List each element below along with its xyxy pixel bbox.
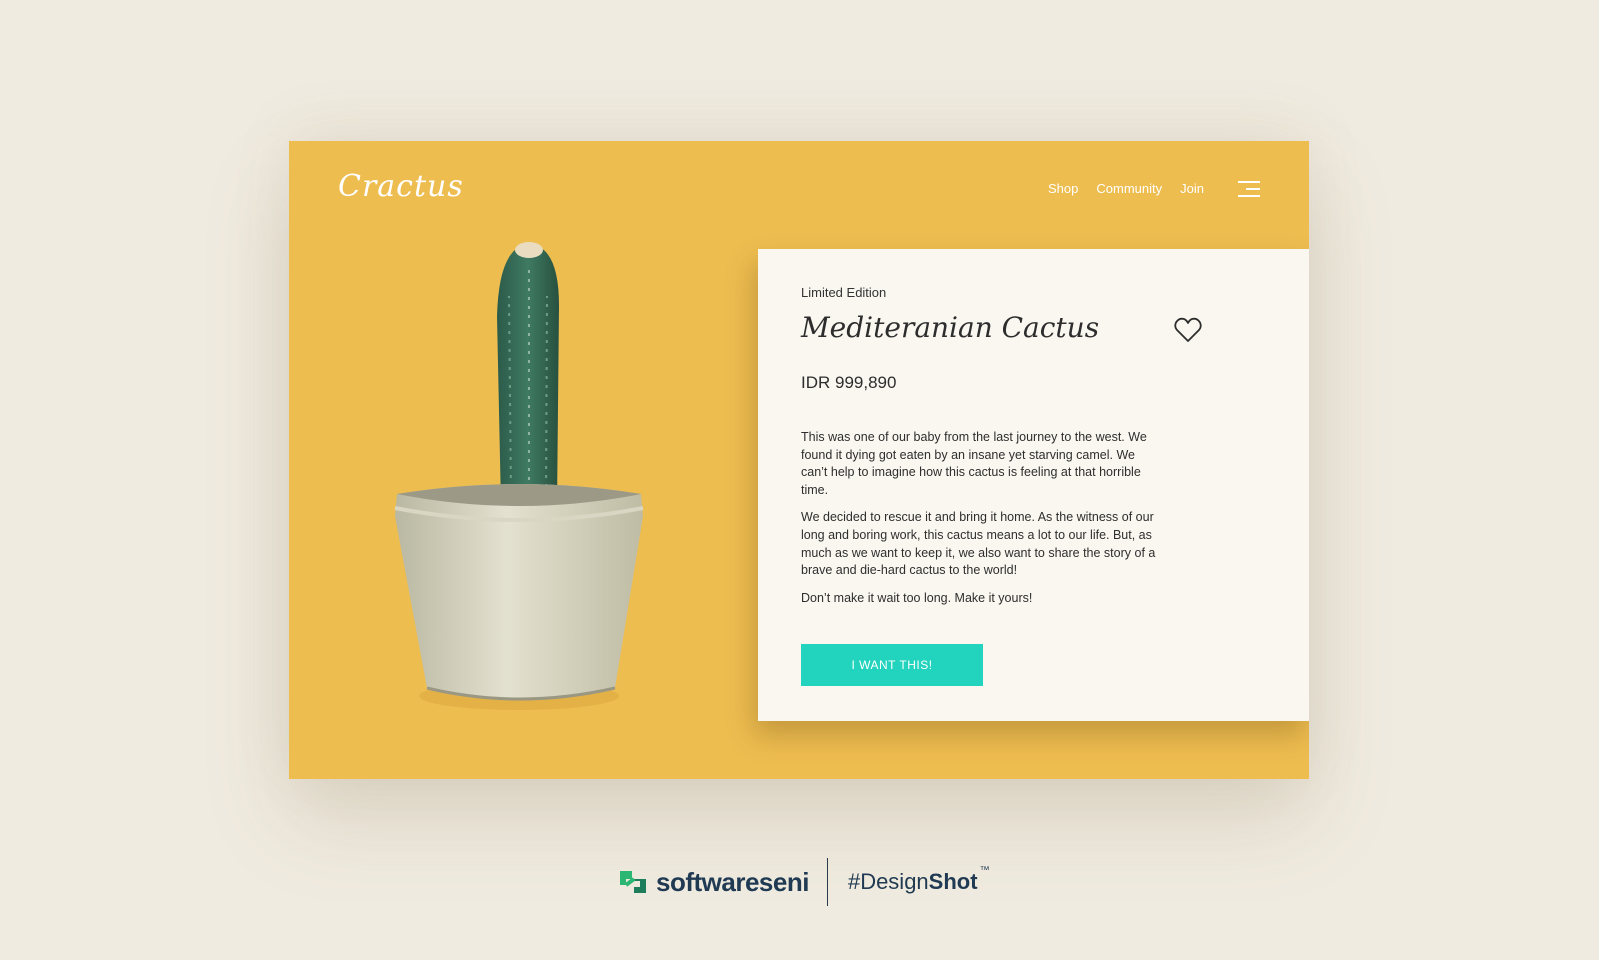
- cactus-pot-image: [394, 242, 644, 710]
- trademark-symbol: ™: [979, 865, 990, 876]
- nav-item-community[interactable]: Community: [1096, 181, 1162, 196]
- product-eyebrow: Limited Edition: [801, 285, 887, 300]
- page: Cractus Shop Community Join Limited Edit…: [0, 0, 1599, 960]
- hamburger-menu-icon[interactable]: [1238, 181, 1260, 197]
- heart-outline-icon[interactable]: [1174, 317, 1202, 343]
- hashtag-bold: Shot: [928, 869, 978, 894]
- footer-divider: [826, 858, 828, 906]
- description-paragraph: This was one of our baby from the last j…: [801, 430, 1147, 497]
- product-title: Mediteranian Cactus: [801, 311, 1100, 344]
- description-paragraph: Don’t make it wait too long. Make it you…: [801, 590, 1033, 605]
- product-price: IDR 999,890: [801, 373, 897, 392]
- top-nav: Shop Community Join: [1048, 181, 1204, 196]
- footer-branding: softwareseni #Design Shot ™: [616, 857, 990, 907]
- brand-name: softwareseni: [656, 866, 809, 897]
- product-card: Limited Edition Mediteranian Cactus IDR …: [758, 249, 1309, 721]
- designshot-hashtag: #Design Shot ™: [847, 865, 990, 895]
- product-description: This was one of our baby from the last j…: [801, 429, 1163, 617]
- hashtag-prefix: #Design: [847, 869, 929, 894]
- nav-item-shop[interactable]: Shop: [1048, 181, 1078, 196]
- buy-button[interactable]: I WANT THIS!: [801, 644, 983, 686]
- softwareseni-brand: softwareseni: [616, 867, 809, 898]
- app-logo[interactable]: Cractus: [338, 169, 464, 204]
- description-paragraph: We decided to rescue it and bring it hom…: [801, 510, 1156, 578]
- softwareseni-logo-icon: [620, 871, 646, 893]
- product-showcase: Cractus Shop Community Join Limited Edit…: [289, 141, 1309, 779]
- nav-item-join[interactable]: Join: [1180, 181, 1204, 196]
